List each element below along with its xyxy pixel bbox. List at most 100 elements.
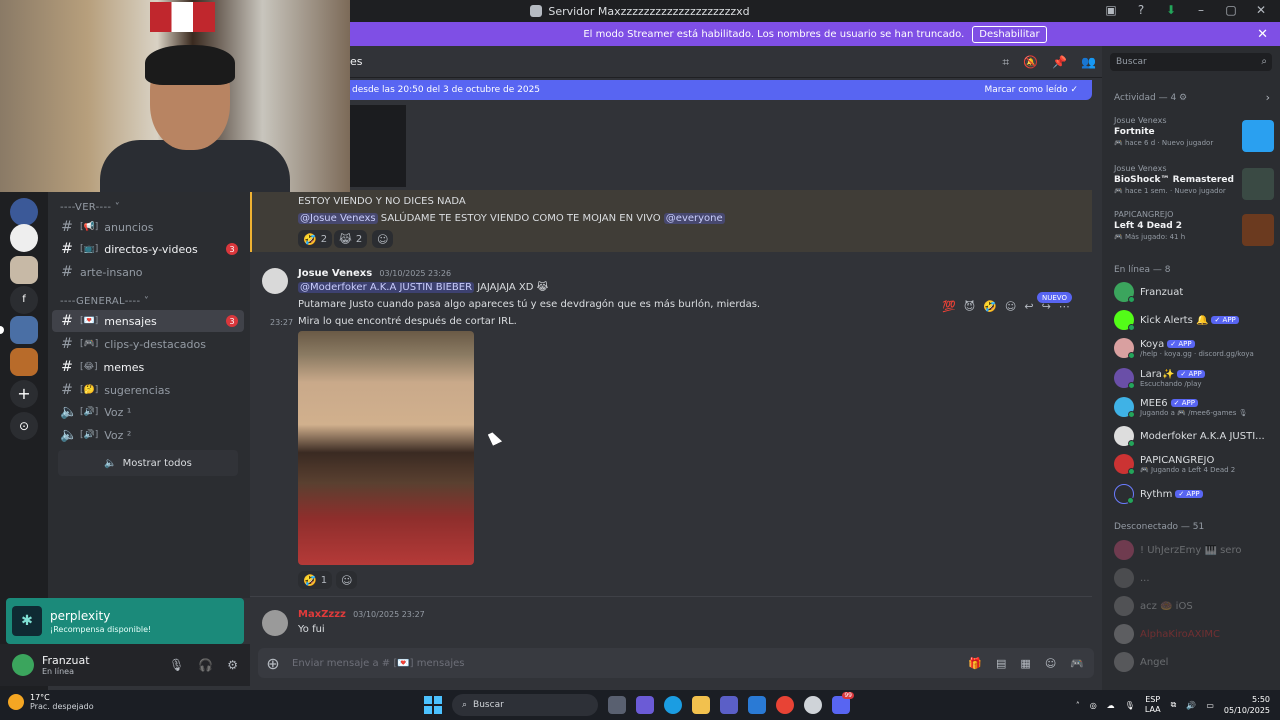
members-icon[interactable]: 👥 [1081, 55, 1096, 70]
reaction[interactable]: 🤣 2 [298, 230, 333, 248]
edge-icon[interactable] [664, 696, 682, 714]
chevron-up-icon[interactable]: ˄ [1076, 701, 1080, 710]
channel-clips-y-destacados[interactable]: # [🎮] clips-y-destacados [52, 333, 244, 355]
member-item[interactable]: acz 🍩 iOS [1114, 594, 1274, 618]
member-item[interactable]: Angel [1114, 650, 1274, 674]
pin-icon[interactable]: 📌 [1052, 55, 1067, 70]
minimize-icon[interactable]: – [1194, 3, 1208, 17]
channel-sugerencias[interactable]: # [🤔] sugerencias [52, 379, 244, 401]
copilot-icon[interactable] [636, 696, 654, 714]
add-reaction-button[interactable]: ☺ [372, 230, 394, 248]
help-icon[interactable]: ? [1134, 3, 1148, 17]
reaction-shortcut-icon[interactable]: 💯 [942, 300, 956, 320]
reply-icon[interactable]: ↩ [1024, 300, 1033, 320]
server-icon-5[interactable] [10, 316, 38, 344]
avatar[interactable] [262, 268, 288, 294]
search-input[interactable]: Buscar ⌕ [1110, 53, 1272, 71]
chevron-right-icon[interactable]: › [1266, 91, 1270, 104]
explore-icon[interactable]: ⊙ [10, 412, 38, 440]
chrome-icon[interactable] [776, 696, 794, 714]
category-ver[interactable]: ----VER---- ˅ [60, 202, 120, 213]
member-item[interactable]: MEE6 ✓ APP Jugando a 🎮 /mee6-games 🎙 [1114, 395, 1274, 419]
member-item[interactable]: ... [1114, 566, 1274, 590]
discord-icon[interactable]: 99 [832, 692, 854, 714]
server-icon-6[interactable] [10, 348, 38, 376]
store-icon[interactable] [748, 696, 766, 714]
tray-app-icon[interactable]: ◎ [1090, 701, 1097, 710]
battery-icon[interactable]: ▭ [1206, 701, 1214, 710]
close-banner-icon[interactable]: ✕ [1257, 27, 1268, 42]
headphones-icon[interactable]: 🎧 [198, 658, 213, 672]
reaction-shortcut-icon[interactable]: 🤣 [983, 300, 997, 320]
channel-anuncios[interactable]: # [📢] anuncios [52, 216, 244, 238]
language-indicator[interactable]: ESP LAA [1145, 695, 1161, 715]
server-icon-1[interactable] [10, 198, 38, 226]
cloud-icon[interactable]: ☁ [1107, 701, 1115, 710]
add-reaction-icon[interactable]: ☺ [1005, 300, 1016, 320]
teams-icon[interactable] [720, 696, 738, 714]
app-icon[interactable] [804, 696, 822, 714]
download-icon[interactable]: ⬇ [1164, 3, 1178, 17]
weather-widget[interactable]: 17°C Prac. despejado [8, 693, 94, 711]
member-item[interactable]: Franzuat [1114, 280, 1274, 304]
microphone-icon[interactable]: 🎙 [1125, 701, 1135, 710]
reaction[interactable]: 🤣 1 [298, 571, 333, 589]
close-window-icon[interactable]: ✕ [1254, 3, 1268, 17]
windows-start-icon[interactable] [424, 696, 442, 714]
file-explorer-icon[interactable] [692, 696, 710, 714]
member-item[interactable]: Moderfoker A.K.A JUSTI... [1114, 424, 1274, 448]
microphone-icon[interactable]: 🎙 [169, 658, 184, 672]
more-icon[interactable]: ⋯ [1059, 300, 1070, 320]
user-info[interactable]: Franzuat En línea [42, 654, 90, 676]
member-item[interactable]: ! UhJerzEmy 🎹 sero [1114, 538, 1274, 562]
attach-plus-icon[interactable]: ⊕ [258, 654, 288, 673]
add-server-icon[interactable]: + [10, 380, 38, 408]
category-general[interactable]: ----GENERAL---- ˅ [60, 296, 149, 307]
maximize-icon[interactable]: ▢ [1224, 3, 1238, 17]
new-messages-bar[interactable]: desde las 20:50 del 3 de octubre de 2025… [250, 80, 1092, 100]
message-image-preview[interactable] [348, 105, 406, 187]
channel-memes[interactable]: # [😂] memes [52, 356, 244, 378]
inbox-icon[interactable]: ▣ [1104, 3, 1118, 17]
message-author[interactable]: MaxZzzz [298, 609, 346, 620]
mark-as-read-button[interactable]: Marcar como leído ✓ [984, 85, 1078, 95]
channel-directos-y-videos[interactable]: # [📺] directos-y-videos 3 [52, 238, 244, 260]
member-item[interactable]: Koya ✓ APP/help · koya.gg · discord.gg/ko… [1114, 336, 1274, 360]
gear-icon[interactable]: ⚙ [227, 658, 238, 672]
server-icon-4[interactable]: f [10, 286, 38, 314]
task-view-icon[interactable] [608, 696, 626, 714]
forward-icon[interactable]: ↪ [1042, 300, 1051, 320]
avatar[interactable] [12, 654, 34, 676]
member-item[interactable]: Lara✨ ✓ APP Escuchando /play [1114, 366, 1274, 390]
emoji-icon[interactable]: ☺ [1045, 657, 1056, 670]
message-photo[interactable] [298, 331, 474, 565]
volume-icon[interactable]: 🔊 [1186, 701, 1196, 710]
server-icon-3[interactable] [10, 256, 38, 284]
server-icon-2[interactable] [10, 224, 38, 252]
gift-icon[interactable]: 🎁 [968, 657, 982, 670]
notifications-muted-icon[interactable]: 🔕 [1023, 55, 1038, 70]
member-item[interactable]: PAPICANGREJO 🎮 Jugando a Left 4 Dead 2 [1114, 452, 1274, 476]
activity-item[interactable]: PAPICANGREJO Left 4 Dead 2 🎮 Más jugado:… [1110, 210, 1274, 254]
disable-streamer-button[interactable]: Deshabilitar [972, 25, 1047, 43]
avatar[interactable] [262, 610, 288, 636]
activity-item[interactable]: Josue Venexs BioShock™ Remastered 🎮 hace… [1110, 164, 1274, 208]
threads-icon[interactable]: ⌗ [1002, 55, 1009, 70]
member-item[interactable]: AlphaKiroAXIMC [1114, 622, 1274, 646]
voice-channel-2[interactable]: 🔈 [🔊] Voz ² [52, 424, 244, 446]
user-mention[interactable]: @Moderfoker A.K.A JUSTIN BIEBER [298, 282, 475, 293]
sticker-icon[interactable]: ▦ [1020, 657, 1030, 670]
perplexity-promo[interactable]: ✱ perplexity ¡Recompensa disponible! [6, 598, 244, 644]
voice-channel-1[interactable]: 🔈 [🔊] Voz ¹ [52, 401, 244, 423]
network-icon[interactable]: ⧉ [1171, 700, 1177, 710]
activity-item[interactable]: Josue Venexs Fortnite 🎮 hace 6 d · Nuevo… [1110, 116, 1274, 160]
message-composer[interactable]: ⊕ Enviar mensaje a # [💌] mensajes 🎁 ▤ ▦ … [258, 648, 1094, 678]
member-item[interactable]: Rythm ✓ APP [1114, 482, 1274, 506]
reaction-shortcut-icon[interactable]: 😈 [964, 300, 975, 320]
apps-icon[interactable]: 🎮 [1070, 657, 1084, 670]
member-item[interactable]: Kick Alerts 🔔 ✓ APP [1114, 308, 1274, 332]
add-reaction-button[interactable]: ☺ [336, 571, 358, 589]
user-mention[interactable]: @Josue Venexs [298, 213, 378, 224]
reaction[interactable]: 😹 2 [334, 230, 368, 248]
gif-icon[interactable]: ▤ [996, 657, 1006, 670]
